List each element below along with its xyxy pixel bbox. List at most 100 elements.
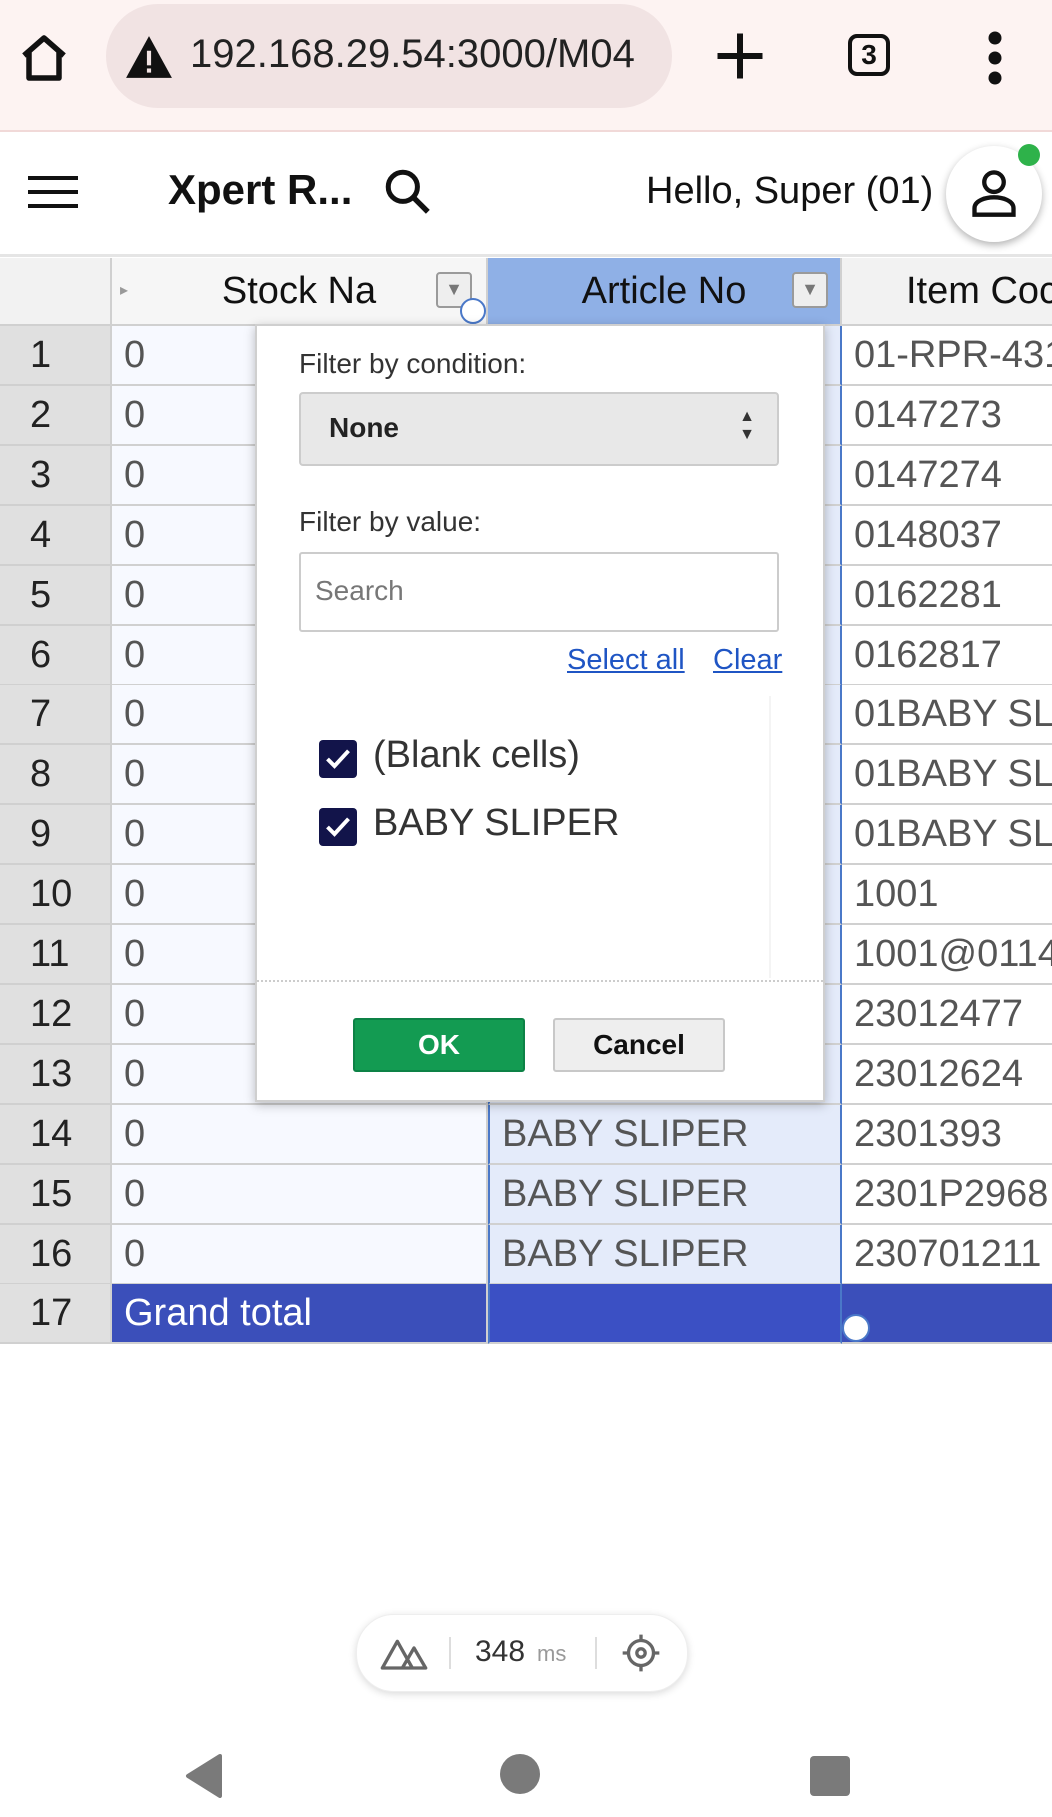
row-number: 3 [0,445,112,506]
item-code-cell[interactable]: 23012624 [842,1044,1052,1105]
row-number: 5 [0,565,112,626]
filter-value-label: BABY SLIPER [373,802,620,844]
column-header-stock[interactable]: ▸ Stock Na ▼ [112,258,488,326]
collapse-icon[interactable]: ▸ [120,258,128,324]
row-number: 4 [0,505,112,566]
url-text: 192.168.29.54:3000/M04 [190,32,635,76]
item-code-cell[interactable]: 0148037 [842,505,1052,566]
grand-total-row: 17 Grand total [0,1284,1052,1344]
column-header-label: Stock Na [221,270,377,312]
column-header-label: Article No [581,270,747,312]
ok-button[interactable]: OK [353,1018,525,1072]
browser-toolbar: 192.168.29.54:3000/M04 3 [0,0,1052,132]
user-greeting: Hello, Super (01) [646,170,934,212]
grand-total-label[interactable]: Grand total [112,1284,488,1344]
stock-cell[interactable]: 0 [112,1104,488,1165]
home-nav-icon[interactable] [500,1754,540,1794]
item-code-cell[interactable]: 1001 [842,865,1052,926]
column-header-label: Item Coc [906,270,1052,312]
table-row: 16 0 BABY SLIPER 230701211 [0,1224,1052,1285]
table-row: 15 0 BABY SLIPER 2301P2968 [0,1164,1052,1225]
item-code-cell[interactable]: 2301393 [842,1104,1052,1165]
article-cell[interactable]: BABY SLIPER [488,1164,842,1225]
grand-total-item[interactable] [842,1284,1052,1344]
row-number: 1 [0,326,112,386]
grand-total-article[interactable] [488,1284,842,1344]
app-header: Xpert R... Hello, Super (01) [0,132,1052,257]
warning-icon[interactable] [124,34,174,80]
row-number: 7 [0,685,112,746]
row-number: 17 [0,1284,112,1344]
row-number: 9 [0,805,112,866]
nuxt-logo-icon[interactable] [379,1633,429,1673]
recents-icon[interactable] [810,1756,850,1796]
article-cell[interactable]: BABY SLIPER [488,1224,842,1285]
row-number: 10 [0,865,112,926]
item-code-cell[interactable]: 1001@0114 [842,925,1052,985]
corner-cell[interactable] [0,258,112,326]
filter-search-input[interactable] [313,554,757,628]
item-code-cell[interactable]: 01BABY SL [842,685,1052,746]
row-number: 12 [0,984,112,1045]
filter-dropdown-icon[interactable]: ▼ [792,272,828,308]
divider [595,1637,597,1669]
address-bar[interactable]: 192.168.29.54:3000/M04 [106,4,672,108]
stock-cell[interactable]: 0 [112,1224,488,1285]
checkbox[interactable] [319,740,357,778]
table-row: 14 0 BABY SLIPER 2301393 [0,1104,1052,1165]
row-number: 8 [0,745,112,806]
selection-handle[interactable] [460,298,486,324]
tab-switcher-button[interactable]: 3 [848,34,890,76]
hamburger-menu-icon[interactable] [28,172,78,212]
stock-cell[interactable]: 0 [112,1164,488,1225]
item-code-cell[interactable]: 0162817 [842,625,1052,686]
devtools-pill[interactable]: 348 ms [356,1614,688,1692]
clear-link[interactable]: Clear [713,644,782,677]
render-time-unit: ms [537,1641,567,1666]
row-number: 13 [0,1044,112,1105]
item-code-cell[interactable]: 230701211 [842,1224,1052,1285]
select-arrows-icon: ▲ ▼ [739,408,755,443]
divider [257,980,823,982]
back-icon[interactable] [184,1754,224,1798]
filter-condition-select[interactable]: None ▲ ▼ [299,392,779,466]
filter-condition-label: Filter by condition: [299,348,527,379]
row-number: 2 [0,385,112,446]
divider [449,1637,451,1669]
checkbox[interactable] [319,808,357,846]
new-tab-icon[interactable] [710,26,770,86]
system-navigation-bar [0,1712,1052,1817]
row-number: 6 [0,625,112,686]
row-number: 11 [0,925,112,985]
item-code-cell[interactable]: 2301P2968 [842,1164,1052,1225]
item-code-cell[interactable]: 0147274 [842,445,1052,506]
filter-value-label: (Blank cells) [373,734,580,776]
column-header-article[interactable]: Article No ▼ [488,258,842,326]
row-number: 15 [0,1164,112,1225]
item-code-cell[interactable]: 01BABY SL [842,745,1052,806]
article-cell[interactable]: BABY SLIPER [488,1104,842,1165]
render-time-value: 348 [475,1635,526,1668]
select-all-link[interactable]: Select all [567,644,685,677]
item-code-cell[interactable]: 23012477 [842,984,1052,1045]
filter-search-field[interactable] [299,552,779,632]
row-number: 16 [0,1224,112,1285]
item-code-cell[interactable]: 01-RPR-431 [842,326,1052,386]
online-status-dot [1018,144,1040,166]
filter-condition-value: None [329,412,399,443]
home-icon[interactable] [14,28,74,88]
search-icon[interactable] [382,166,432,216]
filter-value-list: (Blank cells) BABY SLIPER [299,696,771,978]
app-title: Xpert R... [168,166,353,213]
crosshair-icon[interactable] [621,1633,661,1673]
item-code-cell[interactable]: 01BABY SL [842,805,1052,866]
more-menu-icon[interactable] [980,28,1010,88]
checkmark-icon [326,749,350,769]
cancel-button[interactable]: Cancel [553,1018,725,1072]
filter-value-label: Filter by value: [299,506,482,537]
selection-handle[interactable] [842,1314,870,1342]
row-number: 14 [0,1104,112,1165]
item-code-cell[interactable]: 0162281 [842,565,1052,626]
column-header-item[interactable]: Item Coc [842,258,1052,326]
item-code-cell[interactable]: 0147273 [842,385,1052,446]
